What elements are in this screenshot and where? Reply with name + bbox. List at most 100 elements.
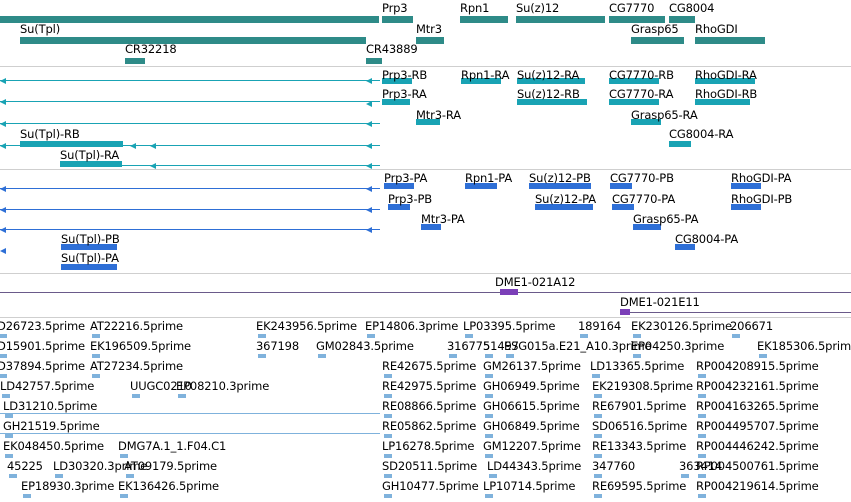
gene-bar[interactable]	[516, 16, 605, 23]
transcript-label[interactable]: Grasp65-RA	[631, 109, 698, 121]
gene-label[interactable]: Prp3	[382, 2, 408, 14]
est-feature[interactable]	[681, 474, 689, 478]
est-label[interactable]: RP004495707.5prime	[696, 420, 819, 432]
gene-label[interactable]: CG7770	[609, 2, 654, 14]
gene-bar[interactable]	[125, 58, 145, 64]
est-feature[interactable]	[384, 474, 392, 478]
exon-bar[interactable]	[20, 141, 123, 147]
est-label[interactable]: RP004446242.5prime	[696, 440, 819, 452]
est-label[interactable]: RP004208915.5prime	[696, 360, 819, 372]
est-feature[interactable]	[0, 354, 7, 358]
transcript-label[interactable]: Su(Tpl)-RB	[20, 128, 80, 140]
est-label[interactable]: ESG015a.E21_A10.3prime	[504, 340, 652, 352]
clone-label[interactable]: DME1-021A12	[495, 276, 575, 288]
transcript-label[interactable]: Su(z)12-RA	[517, 69, 579, 81]
est-feature[interactable]	[633, 334, 641, 338]
est-feature[interactable]	[367, 334, 375, 338]
est-label[interactable]: EK185306.5prime	[757, 340, 851, 352]
est-feature[interactable]	[384, 394, 392, 398]
est-label[interactable]: RP004500761.5prime	[696, 460, 819, 472]
est-feature[interactable]	[580, 334, 588, 338]
est-label[interactable]: D15901.5prime	[0, 340, 85, 352]
gene-bar[interactable]	[460, 16, 508, 23]
est-feature[interactable]	[318, 354, 326, 358]
est-feature[interactable]	[698, 494, 706, 498]
est-feature[interactable]	[698, 394, 706, 398]
est-feature[interactable]	[698, 474, 706, 478]
est-label[interactable]: D26723.5prime	[0, 320, 85, 332]
est-label[interactable]: D37894.5prime	[0, 360, 85, 372]
protein-label[interactable]: Mtr3-PA	[421, 213, 465, 225]
protein-label[interactable]: CG8004-PA	[675, 233, 738, 245]
est-feature[interactable]	[485, 454, 493, 458]
est-feature[interactable]	[2, 394, 10, 398]
transcript-label[interactable]: RhoGDI-RB	[695, 88, 757, 100]
est-feature[interactable]	[489, 474, 497, 478]
est-label[interactable]: 367198	[256, 340, 299, 352]
est-feature[interactable]	[594, 414, 602, 418]
est-feature[interactable]	[485, 394, 493, 398]
est-feature[interactable]	[698, 414, 706, 418]
est-label[interactable]: GH21519.5prime	[3, 420, 100, 432]
est-label[interactable]: RE05862.5prime	[382, 420, 476, 432]
est-feature[interactable]	[178, 394, 186, 398]
est-feature[interactable]	[594, 454, 602, 458]
gene-label[interactable]: Su(Tpl)	[20, 23, 60, 35]
protein-label[interactable]: Su(Tpl)-PB	[61, 233, 120, 245]
est-feature[interactable]	[485, 354, 493, 358]
est-feature[interactable]	[23, 494, 31, 498]
protein-label[interactable]: Grasp65-PA	[633, 213, 698, 225]
est-label[interactable]: EP08210.3prime	[176, 380, 269, 392]
gene-label[interactable]: CR43889	[366, 43, 418, 55]
est-feature[interactable]	[9, 474, 17, 478]
est-label[interactable]: GH06615.5prime	[483, 400, 580, 412]
est-label[interactable]: RE42675.5prime	[382, 360, 476, 372]
protein-label[interactable]: Rpn1-PA	[465, 172, 512, 184]
est-label[interactable]: LP16278.5prime	[382, 440, 474, 452]
est-label[interactable]: EP04250.3prime	[631, 340, 724, 352]
gene-label[interactable]: Mtr3	[416, 23, 442, 35]
transcript-label[interactable]: RhoGDI-RA	[695, 69, 757, 81]
est-label[interactable]: AT27234.5prime	[90, 360, 183, 372]
est-label[interactable]: EK230126.5prime	[631, 320, 732, 332]
gene-bar[interactable]	[631, 37, 684, 44]
est-label[interactable]: EK136426.5prime	[118, 480, 219, 492]
est-feature[interactable]	[485, 414, 493, 418]
transcript-label[interactable]: CG8004-RA	[669, 128, 734, 140]
est-feature[interactable]	[92, 334, 100, 338]
gene-label[interactable]: Su(z)12	[516, 2, 559, 14]
est-label[interactable]: RE13343.5prime	[592, 440, 686, 452]
est-feature[interactable]	[449, 354, 457, 358]
clone-bar[interactable]	[620, 309, 630, 315]
protein-label[interactable]: Prp3-PA	[384, 172, 427, 184]
est-feature[interactable]	[594, 394, 602, 398]
gene-bar[interactable]	[20, 37, 366, 44]
transcript-label[interactable]: CG7770-RB	[609, 69, 674, 81]
est-feature[interactable]	[465, 334, 473, 338]
transcript-label[interactable]: CG7770-RA	[609, 88, 674, 100]
est-label[interactable]: EP14806.3prime	[365, 320, 458, 332]
est-feature[interactable]	[384, 434, 392, 438]
est-label[interactable]: 45225	[7, 460, 43, 472]
gene-bar[interactable]	[382, 16, 413, 23]
est-label[interactable]: EK048450.5prime	[3, 440, 104, 452]
transcript-label[interactable]: Prp3-RA	[382, 88, 427, 100]
est-feature[interactable]	[384, 454, 392, 458]
est-feature[interactable]	[594, 494, 602, 498]
est-feature[interactable]	[92, 374, 100, 378]
est-feature[interactable]	[0, 334, 7, 338]
est-feature[interactable]	[126, 474, 134, 478]
est-feature[interactable]	[759, 354, 767, 358]
transcript-label[interactable]: Prp3-RB	[382, 69, 427, 81]
est-label[interactable]: GM02843.5prime	[316, 340, 414, 352]
est-feature[interactable]	[5, 414, 13, 418]
transcript-label[interactable]: Su(Tpl)-RA	[60, 149, 119, 161]
est-feature[interactable]	[0, 374, 7, 378]
est-label[interactable]: RP004163265.5prime	[696, 400, 819, 412]
est-label[interactable]: LD42757.5prime	[0, 380, 94, 392]
est-feature[interactable]	[485, 494, 493, 498]
est-feature[interactable]	[5, 434, 13, 438]
est-label[interactable]: AT22216.5prime	[90, 320, 183, 332]
est-label[interactable]: RP004219614.5prime	[696, 480, 819, 492]
est-feature[interactable]	[384, 414, 392, 418]
